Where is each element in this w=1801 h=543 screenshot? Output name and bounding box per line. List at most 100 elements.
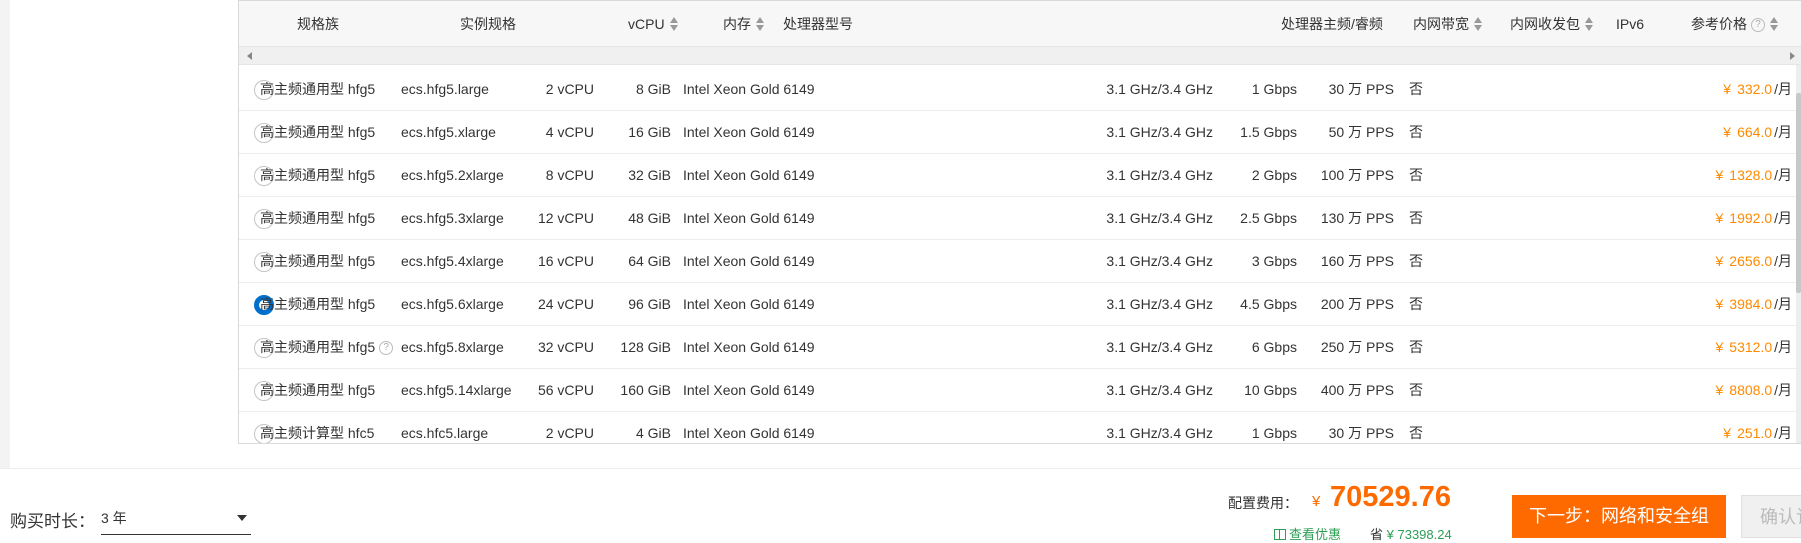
sort-icon[interactable] bbox=[1474, 16, 1483, 32]
cell-memory: 8 GiB bbox=[635, 81, 671, 97]
price-unit: /月 bbox=[1774, 382, 1792, 398]
table-row[interactable]: 高主频通用型 hfg5? ecs.hfg5.8xlarge 32 vCPU 128 G… bbox=[239, 326, 1801, 369]
cell-processor: Intel Xeon Gold 6149 bbox=[683, 253, 815, 269]
cell-pps: 400 万 PPS bbox=[1320, 382, 1394, 398]
scroll-right-icon[interactable] bbox=[1790, 52, 1795, 60]
duration-value: 3 年 bbox=[101, 510, 127, 526]
cell-bandwidth: 1 Gbps bbox=[1251, 425, 1297, 441]
price-currency: ¥ bbox=[1715, 210, 1724, 226]
price-value: 332.0 bbox=[1737, 81, 1773, 97]
cell-processor: Intel Xeon Gold 6149 bbox=[683, 210, 815, 226]
header-processor-label: 处理器型号 bbox=[783, 16, 853, 32]
cell-freq: 3.1 GHz/3.4 GHz bbox=[1106, 382, 1213, 398]
savings: 省 ¥ 73398.24 bbox=[1370, 524, 1452, 543]
cell-vcpu: 24 vCPU bbox=[537, 296, 594, 312]
header-freq: 处理器主频/睿频 bbox=[1281, 1, 1383, 47]
header-pps[interactable]: 内网收发包 bbox=[1510, 1, 1594, 47]
cell-pps: 100 万 PPS bbox=[1320, 167, 1394, 183]
scrollbar-thumb[interactable] bbox=[1796, 93, 1801, 293]
cell-pps: 130 万 PPS bbox=[1320, 210, 1394, 226]
cell-instance: ecs.hfg5.xlarge bbox=[401, 124, 496, 140]
confirm-order-button[interactable]: 确认订 bbox=[1741, 495, 1801, 538]
cell-pps: 30 万 PPS bbox=[1328, 81, 1394, 97]
table-row[interactable]: 高主频通用型 hfg5 ecs.hfg5.large 2 vCPU 8 GiB Inte… bbox=[239, 68, 1801, 111]
help-icon[interactable]: ? bbox=[379, 341, 394, 356]
cell-bandwidth: 4.5 Gbps bbox=[1240, 296, 1297, 312]
cell-bandwidth: 2.5 Gbps bbox=[1240, 210, 1297, 226]
cell-bandwidth: 1.5 Gbps bbox=[1240, 124, 1297, 140]
cell-processor: Intel Xeon Gold 6149 bbox=[683, 81, 815, 97]
cell-ipv6: 否 bbox=[1409, 296, 1423, 312]
cell-processor: Intel Xeon Gold 6149 bbox=[683, 167, 815, 183]
table-row[interactable]: 高主频通用型 hfg5 ecs.hfg5.3xlarge 12 vCPU 48 GiB… bbox=[239, 197, 1801, 240]
price-currency: ¥ bbox=[1715, 253, 1724, 269]
price-unit: /月 bbox=[1774, 296, 1792, 312]
save-amount: ¥ 73398.24 bbox=[1386, 527, 1452, 542]
header-freq-label: 处理器主频/睿频 bbox=[1281, 16, 1383, 32]
price-currency: ¥ bbox=[1715, 296, 1724, 312]
left-gutter bbox=[0, 0, 10, 468]
cell-family: 高主频计算型 hfc5 bbox=[260, 425, 375, 441]
cell-pps: 160 万 PPS bbox=[1320, 253, 1394, 269]
cell-family: 高主频通用型 hfg5 bbox=[260, 124, 376, 140]
cell-memory: 64 GiB bbox=[628, 253, 671, 269]
header-family-label: 规格族 bbox=[297, 16, 339, 32]
table-header: 规格族 实例规格 vCPU 内存 处理器型号 处理器主频/睿频 内网带宽 内网收… bbox=[239, 1, 1801, 47]
cell-bandwidth: 10 Gbps bbox=[1244, 382, 1297, 398]
cell-family: 高主频通用型 hfg5 bbox=[260, 382, 376, 398]
horizontal-scrollbar[interactable] bbox=[239, 47, 1801, 65]
sort-icon[interactable] bbox=[1770, 16, 1779, 32]
header-processor: 处理器型号 bbox=[783, 1, 853, 47]
price-currency: ¥ bbox=[1723, 81, 1732, 97]
cell-memory: 128 GiB bbox=[620, 339, 671, 355]
cell-pps: 50 万 PPS bbox=[1328, 124, 1394, 140]
cell-instance: ecs.hfg5.14xlarge bbox=[401, 382, 512, 398]
header-family: 规格族 bbox=[297, 1, 339, 47]
table-row[interactable]: 高主频计算型 hfc5 ecs.hfc5.large 2 vCPU 4 GiB Inte… bbox=[239, 412, 1801, 443]
vertical-scrollbar[interactable] bbox=[1796, 65, 1801, 443]
cell-vcpu: 16 vCPU bbox=[537, 253, 594, 269]
help-icon[interactable]: ? bbox=[1751, 18, 1765, 33]
next-network-security-button[interactable]: 下一步：网络和安全组 bbox=[1512, 495, 1726, 538]
table-row[interactable]: 高主频通用型 hfg5 ecs.hfg5.4xlarge 16 vCPU 64 GiB… bbox=[239, 240, 1801, 283]
cell-ipv6: 否 bbox=[1409, 425, 1423, 441]
header-ipv6-label: IPv6 bbox=[1616, 16, 1645, 32]
view-discount-link[interactable]: 查看优惠 bbox=[1274, 524, 1341, 543]
price-currency: ¥ bbox=[1723, 425, 1732, 441]
cell-memory: 32 GiB bbox=[628, 167, 671, 183]
cell-instance: ecs.hfg5.2xlarge bbox=[401, 167, 504, 183]
price-value: 1328.0 bbox=[1729, 167, 1773, 183]
cell-price: ¥251.0/月 bbox=[1723, 412, 1792, 443]
instance-type-table: 规格族 实例规格 vCPU 内存 处理器型号 处理器主频/睿频 内网带宽 内网收… bbox=[238, 0, 1801, 444]
header-vcpu[interactable]: vCPU bbox=[628, 1, 679, 47]
cell-memory: 96 GiB bbox=[628, 296, 671, 312]
table-row[interactable]: 高主频通用型 hfg5 ecs.hfg5.14xlarge 56 vCPU 160 G… bbox=[239, 369, 1801, 412]
cell-vcpu: 56 vCPU bbox=[537, 382, 594, 398]
header-price[interactable]: 参考价格? bbox=[1691, 1, 1779, 47]
sort-icon[interactable] bbox=[1585, 16, 1594, 32]
table-row[interactable]: 高主频通用型 hfg5 ecs.hfg5.6xlarge 24 vCPU 96 GiB… bbox=[239, 283, 1801, 326]
table-body: 高主频通用型 hfg5 ecs.hfg5.large 2 vCPU 8 GiB Inte… bbox=[239, 68, 1801, 443]
price-currency: ¥ bbox=[1715, 339, 1724, 355]
cell-ipv6: 否 bbox=[1409, 124, 1423, 140]
price-currency: ¥ bbox=[1715, 167, 1724, 183]
cell-vcpu: 2 vCPU bbox=[545, 81, 594, 97]
sort-icon[interactable] bbox=[669, 16, 679, 32]
cell-price: ¥5312.0/月 bbox=[1715, 326, 1792, 369]
header-memory[interactable]: 内存 bbox=[723, 1, 765, 47]
duration-select[interactable]: 3 年 bbox=[101, 501, 251, 535]
sort-icon[interactable] bbox=[756, 16, 765, 32]
order-footer: 购买时长： 3 年 配置费用： ¥ 70529.76 查看优惠 省 ¥ 7339… bbox=[0, 468, 1801, 543]
chevron-down-icon bbox=[237, 515, 247, 521]
cell-family: 高主频通用型 hfg5? bbox=[260, 326, 394, 369]
cost-label: 配置费用： bbox=[1228, 495, 1298, 511]
scroll-left-icon[interactable] bbox=[247, 52, 252, 60]
cell-price: ¥332.0/月 bbox=[1723, 68, 1792, 111]
cell-pps: 200 万 PPS bbox=[1320, 296, 1394, 312]
header-bandwidth[interactable]: 内网带宽 bbox=[1413, 1, 1483, 47]
table-row[interactable]: 高主频通用型 hfg5 ecs.hfg5.2xlarge 8 vCPU 32 GiB I… bbox=[239, 154, 1801, 197]
table-row[interactable]: 高主频通用型 hfg5 ecs.hfg5.xlarge 4 vCPU 16 GiB In… bbox=[239, 111, 1801, 154]
cell-family: 高主频通用型 hfg5 bbox=[260, 253, 376, 269]
cell-processor: Intel Xeon Gold 6149 bbox=[683, 296, 815, 312]
cell-memory: 48 GiB bbox=[628, 210, 671, 226]
